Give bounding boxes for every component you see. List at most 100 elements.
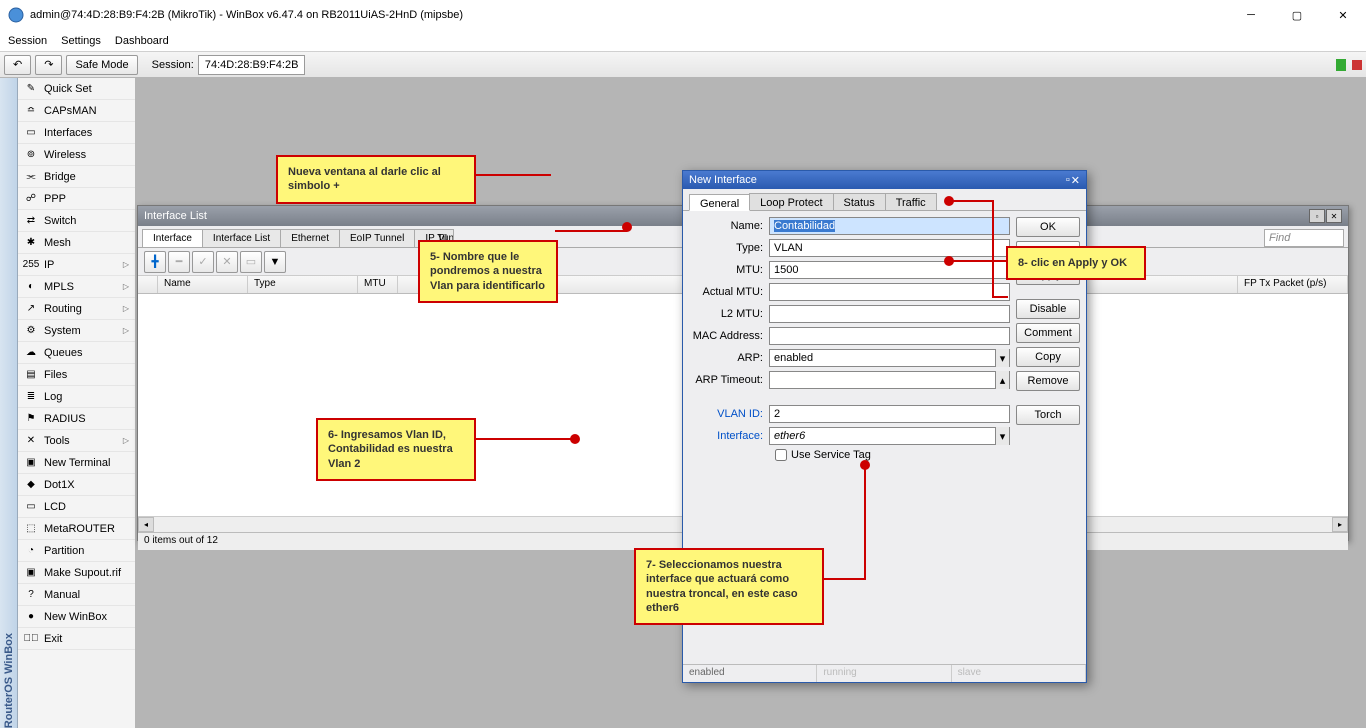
disable-button[interactable]: Disable [1016,299,1080,319]
sidebar-item-ppp[interactable]: ☍PPP [18,188,135,210]
sidebar-item-radius[interactable]: ⚑RADIUS [18,408,135,430]
undo-button[interactable]: ↶ [4,55,31,75]
menu-dashboard[interactable]: Dashboard [115,35,169,47]
newif-title: New Interface [689,174,757,186]
mtu-input[interactable]: 1500 [769,261,1010,279]
sidebar-icon: ✎ [24,82,38,96]
sidebar-icon: ▭ [24,500,38,514]
arp-select[interactable]: enabled▾ [769,349,1010,367]
sidebar-item-tools[interactable]: ✕Tools▷ [18,430,135,452]
interface-select[interactable]: ether6▾ [769,427,1010,445]
sidebar-item-exit[interactable]: �⃠ Exit [18,628,135,650]
sidebar-item-make-supout-rif[interactable]: ▣Make Supout.rif [18,562,135,584]
sidebar-icon: ⚙ [24,324,38,338]
tab-eoip[interactable]: EoIP Tunnel [339,229,415,247]
sidebar-item-wireless[interactable]: ⊚Wireless [18,144,135,166]
sidebar-item-bridge[interactable]: ⫘Bridge [18,166,135,188]
iflist-title: Interface List [144,210,207,222]
sidebar-item-dot1x[interactable]: ◆Dot1X [18,474,135,496]
close-button[interactable]: ✕ [1320,0,1366,30]
sidebar-item-system[interactable]: ⚙System▷ [18,320,135,342]
use-service-tag-label: Use Service Tag [791,449,871,461]
col-type[interactable]: Type [248,276,358,293]
name-input[interactable]: Contabilidad [769,217,1010,235]
sidebar-item-partition[interactable]: ◔Partition [18,540,135,562]
sidebar-item-label: Manual [44,589,80,601]
iflist-restore-button[interactable]: ▫ [1309,209,1325,223]
sidebar-item-ip[interactable]: 255IP▷ [18,254,135,276]
sidebar-item-new-winbox[interactable]: ●New WinBox [18,606,135,628]
sidebar-item-label: LCD [44,501,66,513]
comment-btn[interactable]: Comment [1016,323,1080,343]
sidebar-item-routing[interactable]: ↗Routing▷ [18,298,135,320]
scroll-right-icon[interactable]: ▸ [1332,517,1348,532]
sidebar-item-interfaces[interactable]: ▭Interfaces [18,122,135,144]
newif-restore-button[interactable]: ▫ [1066,174,1070,187]
actual-mtu-input [769,283,1010,301]
col-fptxp[interactable]: FP Tx Packet (p/s) [1238,276,1348,293]
sidebar-item-metarouter[interactable]: ⬚MetaROUTER [18,518,135,540]
newif-titlebar[interactable]: New Interface ▫ ✕ [683,171,1086,189]
tab-interface[interactable]: Interface [142,229,203,247]
comment-button[interactable]: ▭ [240,251,262,273]
menu-settings[interactable]: Settings [61,35,101,47]
sidebar-item-label: New Terminal [44,457,110,469]
chevron-right-icon: ▷ [123,304,129,313]
sidebar-item-files[interactable]: ▤Files [18,364,135,386]
col-name[interactable]: Name [158,276,248,293]
find-input[interactable]: Find [1264,229,1344,247]
tab-general[interactable]: General [689,194,750,211]
tab-loop-protect[interactable]: Loop Protect [749,193,833,210]
sidebar-icon: ≣ [24,390,38,404]
tab-traffic[interactable]: Traffic [885,193,937,210]
window-title: admin@74:4D:28:B9:F4:2B (MikroTik) - Win… [30,9,463,21]
arp-label: ARP: [689,352,769,364]
chevron-down-icon[interactable]: ▴ [995,371,1009,389]
sidebar-icon: �⃠ [24,632,38,646]
torch-button[interactable]: Torch [1016,405,1080,425]
tab-interface-list[interactable]: Interface List [202,229,281,247]
sidebar-item-new-terminal[interactable]: ▣New Terminal [18,452,135,474]
tab-ethernet[interactable]: Ethernet [280,229,340,247]
sidebar-item-label: CAPsMAN [44,105,97,117]
sidebar-icon: ◆ [24,478,38,492]
disable-button[interactable]: ✕ [216,251,238,273]
col-mtu[interactable]: MTU [358,276,398,293]
copy-button[interactable]: Copy [1016,347,1080,367]
sidebar-item-mesh[interactable]: ✱Mesh [18,232,135,254]
ok-button[interactable]: OK [1016,217,1080,237]
interface-label: Interface: [689,430,769,442]
scroll-left-icon[interactable]: ◂ [138,517,154,532]
chevron-down-icon[interactable]: ▾ [995,349,1009,367]
use-service-tag-checkbox[interactable] [775,449,787,461]
sidebar-item-mpls[interactable]: ◐MPLS▷ [18,276,135,298]
remove-button[interactable]: ━ [168,251,190,273]
sidebar-item-label: Log [44,391,62,403]
sidebar-item-queues[interactable]: ☁Queues [18,342,135,364]
filter-button[interactable]: ▼ [264,251,286,273]
sidebar-item-switch[interactable]: ⇄Switch [18,210,135,232]
tab-status[interactable]: Status [833,193,886,210]
redo-button[interactable]: ↷ [35,55,62,75]
sidebar-item-log[interactable]: ≣ Log [18,386,135,408]
maximize-button[interactable]: ▢ [1274,0,1320,30]
sidebar-item-capsman[interactable]: ≏CAPsMAN [18,100,135,122]
minimize-button[interactable]: ─ [1228,0,1274,30]
enable-button[interactable]: ✓ [192,251,214,273]
chevron-down-icon[interactable]: ▾ [995,427,1009,445]
sidebar-item-manual[interactable]: ?Manual [18,584,135,606]
iflist-close-button[interactable]: ✕ [1326,209,1342,223]
sidebar-item-lcd[interactable]: ▭ LCD [18,496,135,518]
sidebar-item-quick-set[interactable]: ✎Quick Set [18,78,135,100]
safe-mode-button[interactable]: Safe Mode [66,55,137,75]
newif-close-button[interactable]: ✕ [1071,174,1080,187]
vlan-id-input[interactable]: 2 [769,405,1010,423]
arp-timeout-label: ARP Timeout: [689,374,769,386]
add-button[interactable]: ╋ [144,251,166,273]
arp-timeout-input[interactable]: ▴ [769,371,1010,389]
menu-session[interactable]: Session [8,35,47,47]
sidebar-item-label: Exit [44,633,62,645]
actual-mtu-label: Actual MTU: [689,286,769,298]
remove-btn[interactable]: Remove [1016,371,1080,391]
chevron-right-icon: ▷ [123,260,129,269]
